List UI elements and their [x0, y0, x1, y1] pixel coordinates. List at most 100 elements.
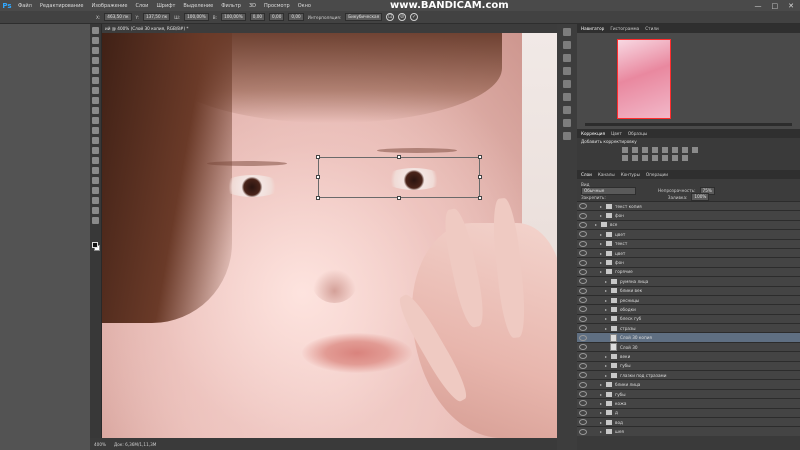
visibility-eye-icon[interactable]	[579, 231, 587, 238]
visibility-eye-icon[interactable]	[579, 391, 587, 397]
transform-handle[interactable]	[316, 155, 320, 159]
zoom-tool-icon[interactable]	[92, 217, 99, 224]
visibility-eye-icon[interactable]	[579, 419, 587, 426]
visibility-eye-icon[interactable]	[579, 400, 587, 407]
expand-caret-icon[interactable]: ▸	[605, 363, 609, 368]
layer-row[interactable]: ▸ фон	[577, 257, 800, 267]
layer-row[interactable]: ▸ цвет	[577, 229, 800, 239]
pen-tool-icon[interactable]	[92, 167, 99, 174]
visibility-eye-icon[interactable]	[579, 409, 587, 416]
menu-edit[interactable]: Редактирование	[36, 3, 88, 9]
layer-row[interactable]: ▸ вод	[577, 416, 800, 427]
h-skew-field[interactable]: 0,00	[269, 13, 285, 21]
color-lookup-icon[interactable]	[642, 155, 648, 161]
layer-row[interactable]: ▸ кожа	[577, 398, 800, 408]
eyedropper-tool-icon[interactable]	[92, 77, 99, 84]
visibility-eye-icon[interactable]	[579, 306, 587, 313]
transform-handle[interactable]	[478, 196, 482, 200]
invert-icon[interactable]	[652, 155, 658, 161]
expand-caret-icon[interactable]: ▸	[600, 241, 604, 246]
visibility-eye-icon[interactable]	[579, 381, 587, 388]
visibility-eye-icon[interactable]	[579, 287, 587, 294]
color-balance-icon[interactable]	[682, 147, 688, 153]
layer-row[interactable]: ▸ румяна лица	[577, 276, 800, 286]
hue-saturation-icon[interactable]	[672, 147, 678, 153]
visibility-eye-icon[interactable]	[579, 212, 587, 219]
clone-source-panel-icon[interactable]	[563, 132, 571, 140]
tab-actions[interactable]: Операции	[646, 172, 668, 177]
hand-tool-icon[interactable]	[92, 207, 99, 214]
visibility-eye-icon[interactable]	[579, 372, 587, 379]
tab-layers[interactable]: Слои	[581, 172, 592, 177]
tab-adjustments[interactable]: Коррекция	[581, 131, 605, 136]
transform-handle[interactable]	[316, 196, 320, 200]
cancel-transform-icon[interactable]: ⊘	[398, 13, 407, 21]
close-button[interactable]: ✕	[788, 2, 794, 10]
history-brush-tool-icon[interactable]	[92, 117, 99, 124]
visibility-eye-icon[interactable]	[579, 278, 587, 285]
blur-tool-icon[interactable]	[92, 147, 99, 154]
menu-type[interactable]: Шрифт	[152, 3, 179, 9]
info-panel-icon[interactable]	[563, 93, 571, 101]
visibility-eye-icon[interactable]	[579, 325, 587, 332]
layer-row[interactable]: ▸ шея	[577, 426, 800, 436]
layer-row[interactable]: ▸ глазки под стразами	[577, 370, 800, 380]
layer-row[interactable]: ▸ горячие	[577, 266, 800, 277]
tool-presets-panel-icon[interactable]	[563, 119, 571, 127]
expand-caret-icon[interactable]: ▸	[605, 354, 609, 359]
transform-handle[interactable]	[478, 155, 482, 159]
fill-field[interactable]: 100%	[691, 193, 710, 201]
layer-row[interactable]: ▸ губы	[577, 388, 800, 399]
layer-row[interactable]: ▸ все	[577, 219, 800, 230]
gradient-map-icon[interactable]	[682, 155, 688, 161]
expand-caret-icon[interactable]: ▸	[605, 288, 609, 293]
expand-caret-icon[interactable]: ▸	[605, 307, 609, 312]
transform-handle[interactable]	[478, 175, 482, 179]
actions-panel-icon[interactable]	[563, 106, 571, 114]
layer-row[interactable]: Слой 30 копия	[577, 332, 800, 342]
navigator-zoom-slider[interactable]	[585, 123, 792, 126]
layer-row[interactable]: ▸ ресницы	[577, 294, 800, 305]
expand-caret-icon[interactable]: ▸	[600, 232, 604, 237]
expand-caret-icon[interactable]: ▸	[605, 298, 609, 303]
expand-caret-icon[interactable]: ▸	[600, 410, 604, 415]
black-white-icon[interactable]	[692, 147, 698, 153]
layer-row[interactable]: ▸ д	[577, 407, 800, 417]
eraser-tool-icon[interactable]	[92, 127, 99, 134]
lasso-tool-icon[interactable]	[92, 47, 99, 54]
minimize-button[interactable]: —	[755, 2, 762, 10]
expand-caret-icon[interactable]: ▸	[600, 269, 604, 274]
brush-panel-icon[interactable]	[563, 54, 571, 62]
tab-color[interactable]: Цвет	[611, 131, 622, 136]
y-field[interactable]: 137,50 пк	[142, 13, 171, 21]
commit-transform-icon[interactable]: ✓	[410, 13, 419, 21]
tab-navigator[interactable]: Навигатор	[581, 26, 604, 31]
expand-caret-icon[interactable]: ▸	[600, 429, 604, 434]
expand-caret-icon[interactable]: ▸	[605, 326, 609, 331]
brightness-icon[interactable]	[622, 147, 628, 153]
visibility-eye-icon[interactable]	[579, 259, 587, 266]
interpolation-select[interactable]: Бикубическая	[345, 13, 383, 21]
shape-tool-icon[interactable]	[92, 197, 99, 204]
document-canvas[interactable]	[102, 33, 557, 438]
menu-layers[interactable]: Слои	[131, 3, 152, 9]
layer-row[interactable]: Слой 30	[577, 341, 800, 352]
expand-caret-icon[interactable]: ▸	[600, 251, 604, 256]
expand-caret-icon[interactable]: ▸	[605, 316, 609, 321]
properties-panel-icon[interactable]	[563, 41, 571, 49]
layer-row[interactable]: ▸ стразы	[577, 323, 800, 333]
expand-caret-icon[interactable]: ▸	[605, 373, 609, 378]
foreground-color-swatch[interactable]	[92, 242, 98, 248]
threshold-icon[interactable]	[672, 155, 678, 161]
expand-caret-icon[interactable]: ▸	[605, 279, 609, 284]
tab-paths[interactable]: Контуры	[621, 172, 640, 177]
expand-caret-icon[interactable]: ▸	[600, 213, 604, 218]
layer-row[interactable]: ▸ текст	[577, 238, 800, 248]
expand-caret-icon[interactable]: ▸	[600, 204, 604, 209]
history-panel-icon[interactable]	[563, 28, 571, 36]
path-select-tool-icon[interactable]	[92, 187, 99, 194]
x-field[interactable]: 463,50 пк	[104, 13, 132, 21]
vibrance-icon[interactable]	[662, 147, 668, 153]
healing-tool-icon[interactable]	[92, 87, 99, 94]
visibility-eye-icon[interactable]	[579, 221, 587, 228]
